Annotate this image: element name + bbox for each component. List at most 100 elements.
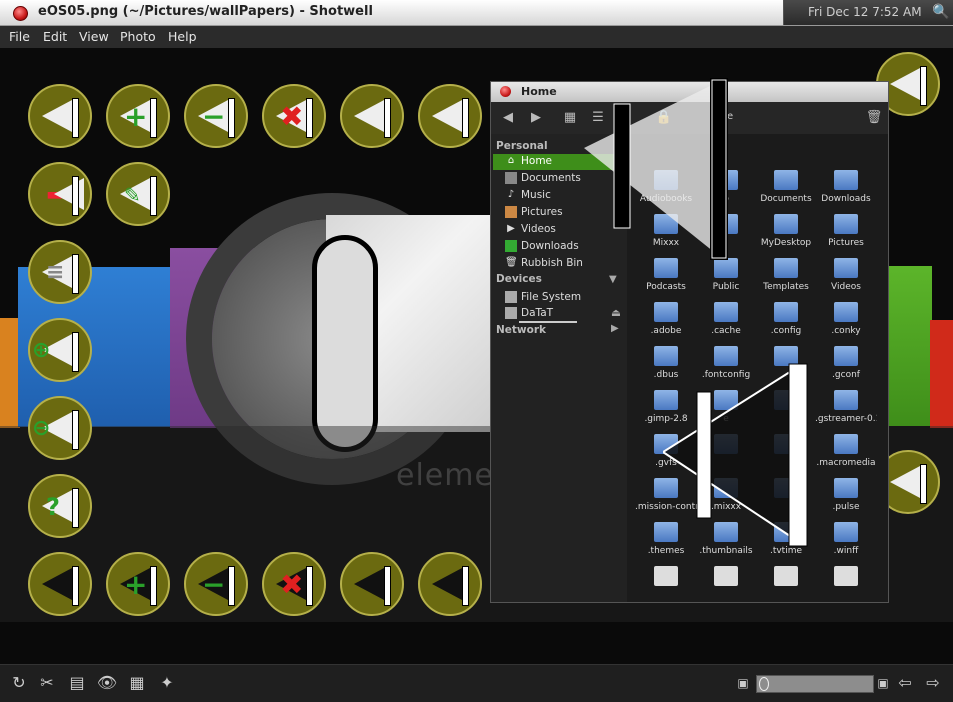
file-item[interactable]: .adobe: [635, 302, 697, 336]
back-arrow-icon: [42, 100, 72, 132]
file-item-label: .gconf: [832, 370, 860, 380]
file-item[interactable]: .conky: [815, 302, 877, 336]
devices-collapse-icon[interactable]: ▼: [609, 274, 617, 285]
file-item[interactable]: Downloads: [815, 170, 877, 204]
back-arrow-icon: [432, 568, 462, 600]
file-item[interactable]: .config: [755, 302, 817, 336]
adjust-icon[interactable]: ▦: [126, 672, 148, 694]
previous-icon[interactable]: ⇦: [894, 672, 916, 694]
zoom-out-small-icon[interactable]: ▣: [732, 672, 754, 694]
zoom-in-back-button[interactable]: ⊕: [28, 318, 92, 382]
sidebar-item-file-system[interactable]: File System: [493, 290, 625, 306]
plus-icon: +: [124, 568, 148, 601]
panel-clock[interactable]: Fri Dec 12 7:52 AM: [808, 5, 922, 19]
sidebar-heading-network: Network: [496, 324, 547, 336]
color-back-button[interactable]: ▬: [28, 162, 92, 226]
back-arrow-icon: [890, 466, 920, 498]
zoom-out-back-button[interactable]: ⊖: [28, 396, 92, 460]
sidebar-item-label: Documents: [521, 172, 581, 184]
file-item[interactable]: [755, 566, 817, 590]
bottom-add-button[interactable]: +: [106, 552, 170, 616]
file-item[interactable]: .winff: [815, 522, 877, 556]
file-item[interactable]: .gstreamer-0.10: [815, 390, 877, 424]
file-manager-close-button[interactable]: [500, 86, 511, 97]
file-item[interactable]: Pictures: [815, 214, 877, 248]
close-window-button[interactable]: [13, 6, 28, 21]
bar-icon: [462, 98, 469, 138]
rotate-icon[interactable]: ↻: [8, 672, 30, 694]
file-item[interactable]: Templates: [755, 258, 817, 292]
bottom-remove-button[interactable]: −: [184, 552, 248, 616]
remove-back-button[interactable]: −: [184, 84, 248, 148]
network-expand-icon[interactable]: ▶: [611, 323, 619, 334]
sidebar-item-datat[interactable]: DaTaT ⏏: [493, 306, 625, 322]
minus-icon: −: [202, 568, 226, 601]
zoom-slider-handle[interactable]: [759, 677, 769, 691]
file-item-label: .gstreamer-0.10: [815, 414, 877, 424]
back-arrow-icon: [54, 178, 84, 210]
zoom-slider[interactable]: [756, 675, 874, 693]
file-item[interactable]: .macromedia: [815, 434, 877, 468]
crop-icon[interactable]: ✂: [36, 672, 58, 694]
add-back-button[interactable]: +: [106, 84, 170, 148]
file-item-label: MyDesktop: [760, 238, 812, 248]
bottom-skip-first-button[interactable]: [418, 552, 482, 616]
folder-icon: [834, 302, 858, 322]
folder-icon: [834, 478, 858, 498]
forward-icon[interactable]: ▶: [527, 110, 545, 126]
trash-icon[interactable]: 🗑: [865, 110, 883, 126]
menu-back-button[interactable]: ≡: [28, 240, 92, 304]
straighten-icon[interactable]: ▤: [66, 672, 88, 694]
first-photo-button[interactable]: [28, 84, 92, 148]
next-icon[interactable]: ⇨: [922, 672, 944, 694]
status-bar: ↻ ✂ ▤ 👁 ▦ ✦ ▣ ▣ ⇦ ⇨: [0, 664, 953, 702]
file-item[interactable]: [635, 566, 697, 590]
file-item[interactable]: .cache: [695, 302, 757, 336]
document-icon: [505, 172, 517, 184]
bottom-first-button[interactable]: [28, 552, 92, 616]
bottom-delete-button[interactable]: ✖: [262, 552, 326, 616]
sidebar-item-label: Rubbish Bin: [521, 257, 583, 269]
sidebar-item-label: Videos: [521, 223, 556, 235]
back-arrow-icon: [354, 100, 384, 132]
skip-first-button[interactable]: [418, 84, 482, 148]
menu-photo[interactable]: Photo: [120, 29, 156, 44]
enhance-icon[interactable]: ✦: [156, 672, 178, 694]
file-item[interactable]: [695, 566, 757, 590]
bar-icon: [150, 566, 157, 606]
file-item[interactable]: .gconf: [815, 346, 877, 380]
menu-file[interactable]: File: [9, 29, 30, 44]
zoom-out-icon: ⊖: [32, 416, 51, 441]
bar-icon: [920, 464, 927, 504]
grid-view-icon[interactable]: ▦: [561, 110, 579, 126]
bar-icon: [72, 488, 79, 528]
file-item[interactable]: Videos: [815, 258, 877, 292]
sidebar-item-label: Pictures: [521, 206, 563, 218]
font-file-icon: [714, 566, 738, 586]
file-item[interactable]: MyDesktop: [755, 214, 817, 248]
search-icon[interactable]: 🔍: [932, 4, 949, 20]
skip-back-button[interactable]: [340, 84, 404, 148]
back-icon[interactable]: ◀: [499, 110, 517, 126]
menu-edit[interactable]: Edit: [43, 29, 67, 44]
menu-help[interactable]: Help: [168, 29, 197, 44]
bottom-skip-button[interactable]: [340, 552, 404, 616]
help-back-button[interactable]: ?: [28, 474, 92, 538]
bar-icon: [306, 566, 313, 606]
bar-icon: [72, 176, 79, 216]
file-item[interactable]: [815, 566, 877, 590]
eject-icon[interactable]: ⏏: [611, 307, 621, 319]
red-eye-icon[interactable]: 👁: [96, 672, 118, 694]
file-item[interactable]: Documents: [755, 170, 817, 204]
edit-back-button[interactable]: ✎: [106, 162, 170, 226]
file-item-label: .winff: [833, 546, 859, 556]
file-item[interactable]: .pulse: [815, 478, 877, 512]
sidebar-item-label: Downloads: [521, 240, 579, 252]
bar-icon: [72, 332, 79, 372]
font-file-icon: [774, 566, 798, 586]
delete-back-button[interactable]: ✖: [262, 84, 326, 148]
bar-icon: [462, 566, 469, 606]
zoom-in-small-icon[interactable]: ▣: [872, 672, 894, 694]
music-icon: ♪: [507, 189, 515, 200]
menu-view[interactable]: View: [79, 29, 109, 44]
